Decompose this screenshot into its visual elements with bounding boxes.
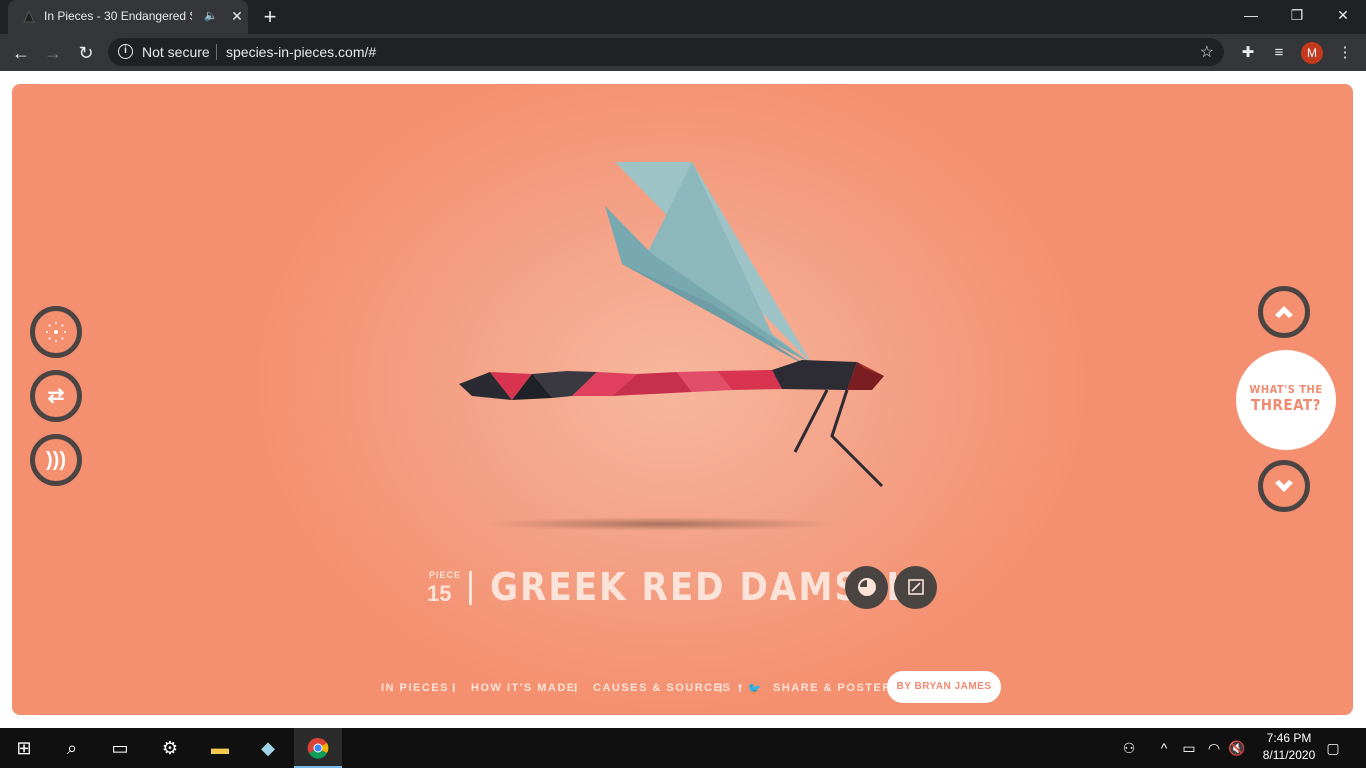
piece-number: 15	[427, 581, 452, 606]
footer-separator: I	[452, 681, 456, 695]
search-icon[interactable]: ⌕	[48, 728, 96, 768]
media-control-icon[interactable]: ≡	[1268, 42, 1290, 64]
windows-taskbar: ⊞ ⌕ ▭ ⚙ ▬ ◆ ⚇ ^ ▭ ◠ 🔇 7:46 PM 8/11/2020 …	[0, 728, 1366, 768]
social-icons[interactable]: f 🐦	[738, 682, 763, 695]
clock-time[interactable]: 7:46 PM	[1254, 731, 1324, 745]
by-bryan-james-button[interactable]: BY BRYAN JAMES	[887, 671, 1001, 703]
new-tab-button[interactable]: +	[258, 4, 282, 30]
footer-link-in-pieces[interactable]: IN PIECES	[381, 682, 449, 694]
thorax	[772, 360, 857, 390]
back-arrow-icon[interactable]: ←	[8, 40, 34, 66]
bookmark-star-icon[interactable]: ☆	[1200, 42, 1214, 62]
battery-icon[interactable]: ▭	[1178, 738, 1200, 758]
settings-gear-icon[interactable]: ⚙	[146, 728, 194, 768]
footer-link-causes-sources[interactable]: CAUSES & SOURCES	[593, 682, 731, 694]
greek-red-damsel-illustration	[459, 162, 884, 488]
browser-tab[interactable]: In Pieces - 30 Endangered Species 🔈 ✕	[8, 0, 248, 34]
species-canvas: ⇄ ))) WHAT'S THE THREAT? PIECE 15 GREEK …	[12, 84, 1353, 715]
footer-link-how-its-made[interactable]: HOW IT'S MADE	[471, 682, 576, 694]
minimize-button[interactable]: —	[1228, 0, 1274, 30]
clock-date[interactable]: 8/11/2020	[1254, 748, 1324, 762]
volume-muted-icon[interactable]: 🔇	[1226, 738, 1248, 758]
url-text[interactable]: species-in-pieces.com/#	[226, 44, 376, 60]
site-info-icon[interactable]: i	[118, 44, 133, 59]
restore-button[interactable]: ❐	[1274, 0, 1320, 30]
browser-toolbar: ← → ↻ i Not secure species-in-pieces.com…	[0, 34, 1366, 71]
chrome-taskbar-icon[interactable]	[294, 728, 342, 768]
omnibox-divider	[216, 44, 217, 60]
piece-label: PIECE	[429, 570, 462, 580]
tray-overflow-icon[interactable]: ^	[1153, 738, 1175, 758]
leg-hind	[830, 389, 884, 488]
windows-start-icon[interactable]: ⊞	[0, 728, 48, 768]
forward-arrow-icon[interactable]: →	[40, 40, 66, 66]
notifications-icon[interactable]: ▢	[1322, 738, 1344, 758]
reload-icon[interactable]: ↻	[73, 40, 99, 66]
people-icon[interactable]: ⚇	[1118, 738, 1140, 758]
title-divider	[469, 571, 472, 605]
page-viewport: ⇄ ))) WHAT'S THE THREAT? PIECE 15 GREEK …	[0, 71, 1366, 728]
chrome-logo-icon	[307, 737, 329, 759]
extensions-puzzle-icon[interactable]: ✚	[1237, 42, 1259, 64]
ground-shadow	[482, 517, 842, 531]
profile-avatar[interactable]: M	[1301, 42, 1323, 64]
browser-tab-strip: In Pieces - 30 Endangered Species 🔈 ✕ + …	[0, 0, 1366, 34]
app-icon[interactable]: ◆	[244, 728, 292, 768]
window-close-button[interactable]: ✕	[1320, 0, 1366, 30]
leg-front	[793, 389, 829, 453]
pie-chart-icon	[857, 578, 876, 596]
status-chart-button[interactable]	[845, 566, 888, 609]
resize-arrow-icon	[907, 579, 924, 595]
chrome-menu-icon[interactable]: ⋮	[1334, 42, 1356, 64]
task-view-icon[interactable]: ▭	[96, 728, 144, 768]
wifi-icon[interactable]: ◠	[1203, 738, 1225, 758]
expand-info-button[interactable]	[894, 566, 937, 609]
audio-playing-icon[interactable]: 🔈	[204, 9, 218, 22]
address-bar[interactable]: i Not secure species-in-pieces.com/# ☆	[108, 38, 1224, 66]
footer-separator: I	[719, 681, 723, 695]
file-explorer-icon[interactable]: ▬	[196, 728, 244, 768]
footer-separator: I	[574, 681, 578, 695]
security-status[interactable]: Not secure	[142, 44, 210, 60]
site-favicon-icon	[23, 10, 35, 23]
tab-close-icon[interactable]: ✕	[228, 7, 246, 25]
tab-title: In Pieces - 30 Endangered Species	[44, 9, 192, 23]
footer-link-share-poster[interactable]: SHARE & POSTER	[773, 682, 892, 694]
